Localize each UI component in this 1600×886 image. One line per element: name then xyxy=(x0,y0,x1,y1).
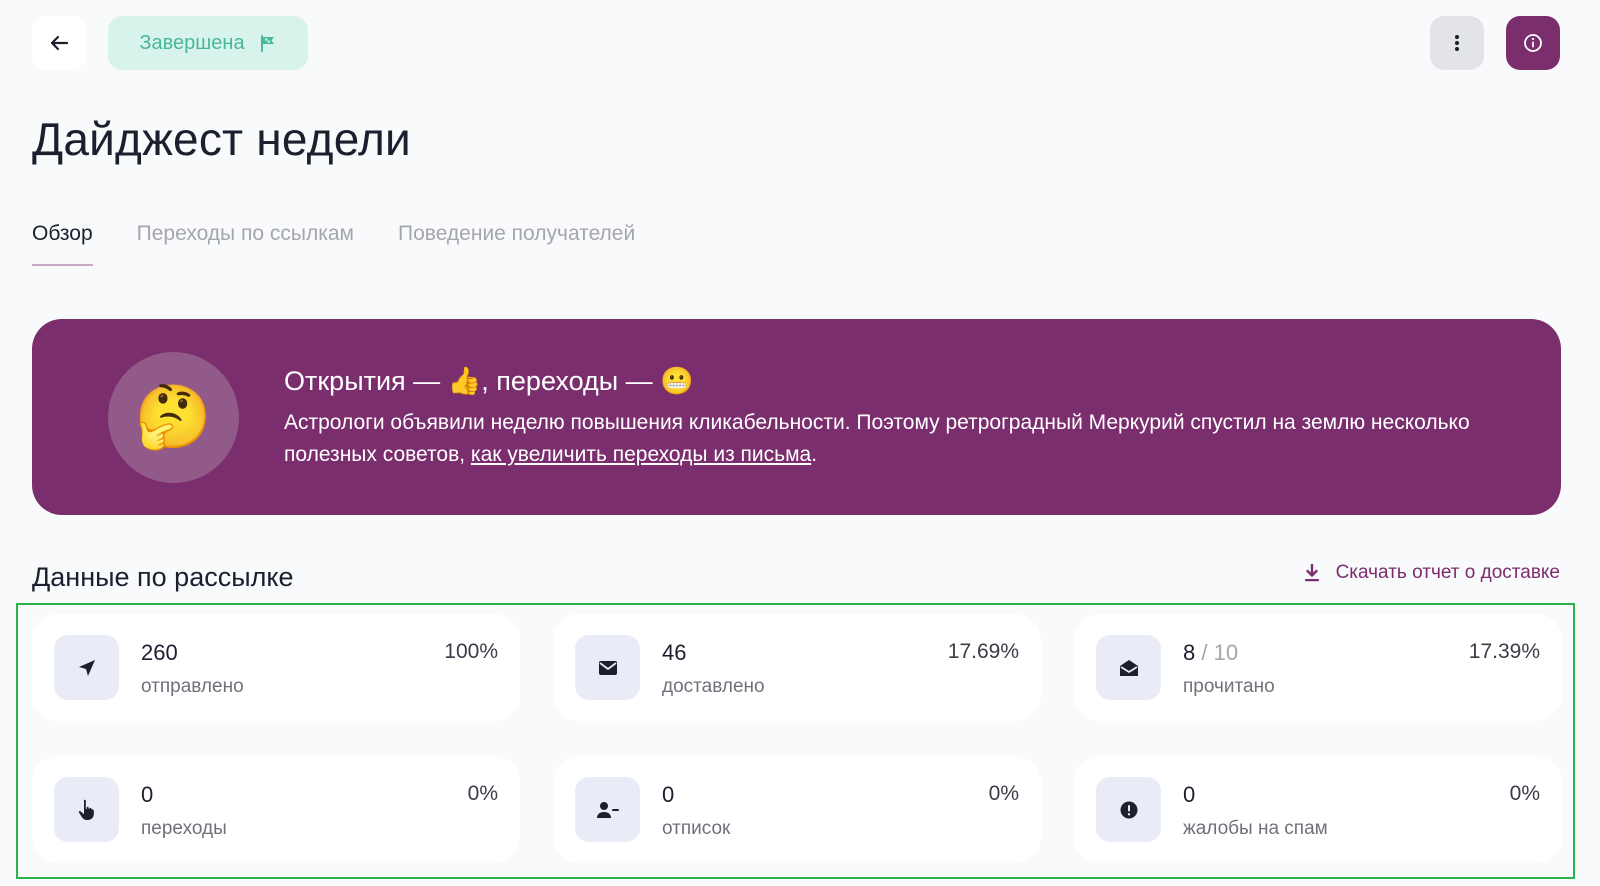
stat-card-spam: 0 жалобы на спам 0% xyxy=(1074,756,1562,863)
stat-percent: 100% xyxy=(444,640,498,663)
stat-percent: 0% xyxy=(1509,782,1540,805)
stat-card-clicks: 0 переходы 0% xyxy=(32,756,520,863)
stat-label: прочитано xyxy=(1183,676,1275,697)
stat-percent: 0% xyxy=(988,782,1019,805)
section-title: Данные по рассылке xyxy=(32,562,294,592)
stat-value: 8 / 10 xyxy=(1183,640,1239,665)
stat-card-delivered: 46 доставлено 17.69% xyxy=(553,614,1041,721)
stat-card-unsubscribes: 0 отписок 0% xyxy=(553,756,1041,863)
pointer-hand-icon xyxy=(54,777,119,842)
download-report-link[interactable]: Скачать отчет о доставке xyxy=(1304,562,1560,584)
stat-label: переходы xyxy=(141,818,227,839)
arrow-left-icon xyxy=(50,35,69,51)
status-label: Завершена xyxy=(139,31,245,54)
tip-banner: 🤔 Открытия — 👍, переходы — 😬 Астрологи о… xyxy=(32,319,1561,515)
stat-label: отписок xyxy=(662,818,731,839)
stat-value: 46 xyxy=(662,640,687,665)
thinking-face-icon: 🤔 xyxy=(108,352,239,483)
stat-value: 0 xyxy=(141,782,154,807)
banner-text-before: Астрологи объявили неделю повышения клик… xyxy=(284,411,1470,466)
stat-card-sent: 260 отправлено 100% xyxy=(32,614,520,721)
page-title: Дайджест недели xyxy=(32,113,411,165)
stat-label: отправлено xyxy=(141,676,244,697)
envelope-open-icon xyxy=(1096,635,1161,700)
stat-value: 0 xyxy=(662,782,675,807)
tab-overview[interactable]: Обзор xyxy=(32,222,93,266)
stat-percent: 0% xyxy=(467,782,498,805)
stat-value: 260 xyxy=(141,640,178,665)
user-minus-icon xyxy=(575,777,640,842)
envelope-icon xyxy=(575,635,640,700)
banner-text: Астрологи объявили неделю повышения клик… xyxy=(284,407,1524,471)
banner-title: Открытия — 👍, переходы — 😬 xyxy=(284,366,694,396)
stat-percent: 17.39% xyxy=(1468,640,1540,663)
banner-text-after: . xyxy=(811,443,818,466)
flag-icon xyxy=(260,35,274,52)
more-menu-button[interactable] xyxy=(1430,16,1484,70)
stat-percent: 17.69% xyxy=(947,640,1019,663)
tab-recipient-behavior[interactable]: Поведение получателей xyxy=(398,222,635,266)
stat-card-read: 8 / 10 прочитано 17.39% xyxy=(1074,614,1562,721)
tips-link[interactable]: как увеличить переходы из письма xyxy=(471,443,811,466)
send-icon xyxy=(54,635,119,700)
info-circle-icon xyxy=(1524,34,1542,52)
tabs: Обзор Переходы по ссылкам Поведение полу… xyxy=(32,222,635,266)
download-report-label: Скачать отчет о доставке xyxy=(1335,562,1560,583)
download-icon xyxy=(1304,564,1319,582)
tab-link-clicks[interactable]: Переходы по ссылкам xyxy=(137,222,354,266)
top-bar: Завершена xyxy=(32,16,1560,70)
status-badge: Завершена xyxy=(108,16,308,70)
stat-label: жалобы на спам xyxy=(1183,818,1328,839)
stat-value: 0 xyxy=(1183,782,1196,807)
stat-label: доставлено xyxy=(662,676,765,697)
stat-value-total: / 10 xyxy=(1195,640,1239,665)
info-button[interactable] xyxy=(1506,16,1560,70)
alert-circle-icon xyxy=(1096,777,1161,842)
more-vertical-icon xyxy=(1455,35,1459,51)
back-button[interactable] xyxy=(32,16,86,70)
